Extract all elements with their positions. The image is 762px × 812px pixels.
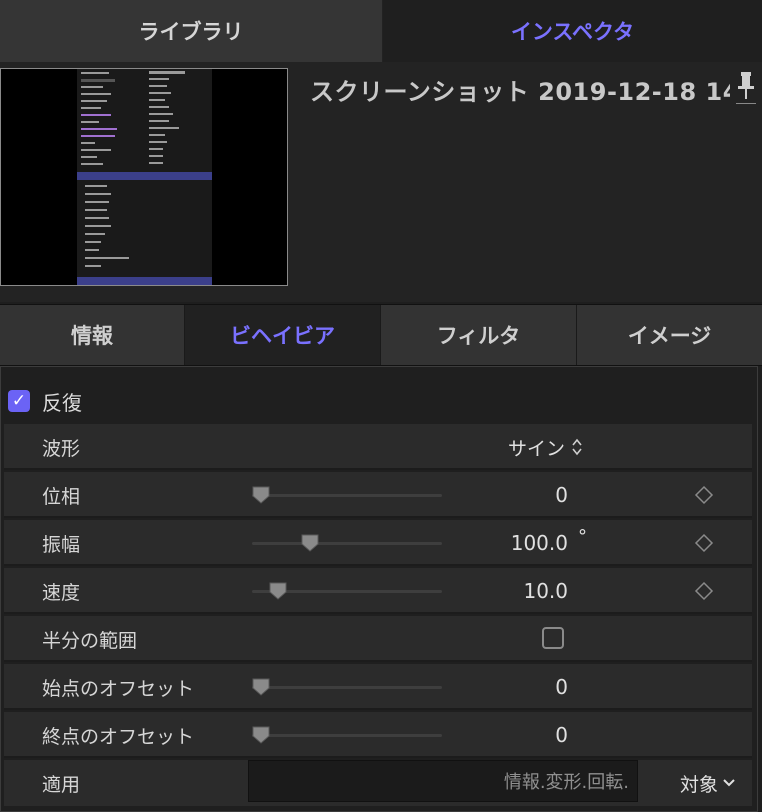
- amplitude-unit: °: [578, 526, 587, 547]
- keyframe-diamond-icon[interactable]: [694, 533, 714, 553]
- apply-label: 適用: [42, 773, 81, 796]
- waveform-label: 波形: [42, 437, 81, 460]
- speed-label: 速度: [42, 581, 81, 604]
- speed-row: 速度 10.0: [4, 568, 752, 614]
- apply-target-label: 対象: [680, 773, 719, 796]
- start-offset-slider[interactable]: [252, 686, 442, 689]
- amplitude-row: 振幅 100.0 °: [4, 520, 752, 566]
- phase-slider[interactable]: [252, 494, 442, 497]
- tab-inspector[interactable]: インスペクタ: [383, 0, 762, 62]
- keyframe-diamond-icon[interactable]: [694, 485, 714, 505]
- inspector-tab-bar: 情報 ビヘイビア フィルタ イメージ: [0, 304, 762, 366]
- end-offset-slider[interactable]: [252, 734, 442, 737]
- waveform-value: サイン: [508, 437, 566, 460]
- repeat-enable-checkbox[interactable]: ✓: [8, 390, 30, 412]
- half-range-row: 半分の範囲: [4, 616, 752, 662]
- repeat-section-header: ✓ 反復: [8, 386, 82, 416]
- start-offset-row: 始点のオフセット 0: [4, 664, 752, 710]
- start-offset-value[interactable]: 0: [555, 664, 568, 710]
- apply-to-value: 情報.変形.回転.: [503, 772, 629, 793]
- waveform-popup[interactable]: サイン: [508, 424, 583, 470]
- preview-thumbnail: [0, 68, 288, 286]
- repeat-section-title: 反復: [42, 390, 82, 415]
- amplitude-slider-knob[interactable]: [301, 534, 319, 552]
- end-offset-value[interactable]: 0: [555, 712, 568, 758]
- end-offset-row: 終点のオフセット 0: [4, 712, 752, 758]
- tab-behavior[interactable]: ビヘイビア: [185, 305, 381, 365]
- amplitude-label: 振幅: [42, 533, 81, 556]
- top-tab-bar: ライブラリ インスペクタ: [0, 0, 762, 63]
- speed-value[interactable]: 10.0: [523, 568, 568, 614]
- thumbnail-image: [77, 69, 212, 285]
- phase-slider-knob[interactable]: [252, 486, 270, 504]
- phase-label: 位相: [42, 485, 81, 508]
- clip-title: スクリーンショット 2019-12-18 14: [310, 78, 730, 106]
- half-range-checkbox[interactable]: [542, 627, 564, 649]
- keyframe-diamond-icon[interactable]: [694, 581, 714, 601]
- tab-image[interactable]: イメージ: [577, 305, 762, 365]
- end-offset-slider-knob[interactable]: [252, 726, 270, 744]
- apply-target-popup[interactable]: 対象: [680, 760, 736, 806]
- waveform-row: 波形 サイン: [4, 424, 752, 470]
- amplitude-value[interactable]: 100.0: [511, 520, 568, 566]
- apply-row: 適用 情報.変形.回転. 対象: [4, 760, 752, 806]
- start-offset-label: 始点のオフセット: [42, 677, 195, 700]
- half-range-label: 半分の範囲: [42, 629, 138, 652]
- tab-library[interactable]: ライブラリ: [0, 0, 383, 62]
- pin-icon[interactable]: [734, 70, 758, 106]
- updown-chevron-icon: [572, 438, 582, 456]
- speed-slider-knob[interactable]: [269, 582, 287, 600]
- apply-to-field[interactable]: 情報.変形.回転.: [248, 760, 638, 802]
- amplitude-slider[interactable]: [252, 542, 442, 545]
- tab-info[interactable]: 情報: [0, 305, 185, 365]
- phase-value[interactable]: 0: [555, 472, 568, 518]
- start-offset-slider-knob[interactable]: [252, 678, 270, 696]
- phase-row: 位相 0: [4, 472, 752, 518]
- end-offset-label: 終点のオフセット: [42, 725, 195, 748]
- tab-filter[interactable]: フィルタ: [381, 305, 577, 365]
- chevron-down-icon: [723, 779, 735, 787]
